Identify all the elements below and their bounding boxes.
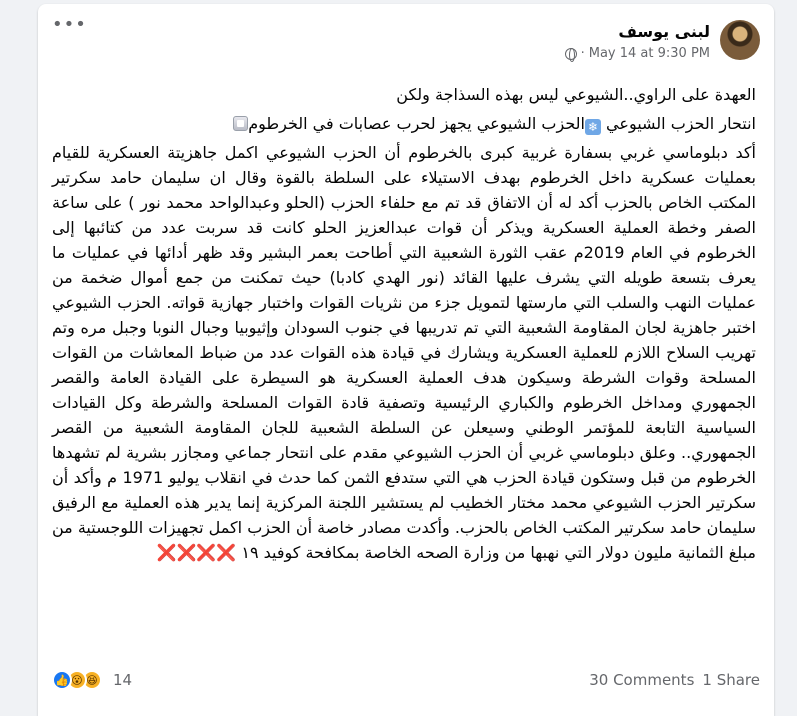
separator-dot: ·	[580, 46, 585, 61]
post-line-1: العهدة على الراوي..الشيوعي ليس بهذه السذ…	[396, 85, 756, 104]
post-card: ••• لبنى يوسف · May 14 at 9:30 PM العهدة…	[38, 4, 774, 716]
more-options-icon[interactable]: •••	[52, 14, 87, 35]
post-line-2b: الحزب الشيوعي يجهز لحرب عصابات في الخرطو…	[248, 114, 585, 133]
post-body: أكد دبلوماسي غربي بسفارة غربية كبرى بالخ…	[52, 140, 756, 565]
square-emoji-icon	[233, 116, 249, 131]
author-name[interactable]: لبنى يوسف	[618, 22, 710, 41]
comments-count[interactable]: 30 Comments	[589, 671, 694, 689]
post-body-text: أكد دبلوماسي غربي بسفارة غربية كبرى بالخ…	[52, 143, 756, 562]
post-line-2a: انتحار الحزب الشيوعي	[600, 114, 756, 133]
reactions-count[interactable]: 14	[113, 671, 132, 689]
post-footer: 👍 😮 😆 14 30 Comments 1 Share	[52, 660, 760, 700]
globe-icon	[564, 47, 577, 62]
shares-count[interactable]: 1 Share	[702, 671, 760, 689]
post-text: العهدة على الراوي..الشيوعي ليس بهذه السذ…	[52, 82, 756, 565]
post-line-2: انتحار الحزب الشيوعي ❄الحزب الشيوعي يجهز…	[52, 111, 756, 136]
post-stats: 30 Comments 1 Share	[589, 671, 760, 689]
snowflake-emoji-icon: ❄	[584, 119, 601, 135]
like-icon: 👍	[52, 670, 72, 690]
post-timestamp[interactable]: May 14 at 9:30 PM	[589, 46, 710, 61]
post-meta: · May 14 at 9:30 PM	[564, 46, 710, 62]
cross-marks: ❌❌❌❌	[156, 543, 237, 562]
avatar[interactable]	[720, 20, 760, 60]
reactions-summary[interactable]: 👍 😮 😆 14	[52, 670, 132, 690]
